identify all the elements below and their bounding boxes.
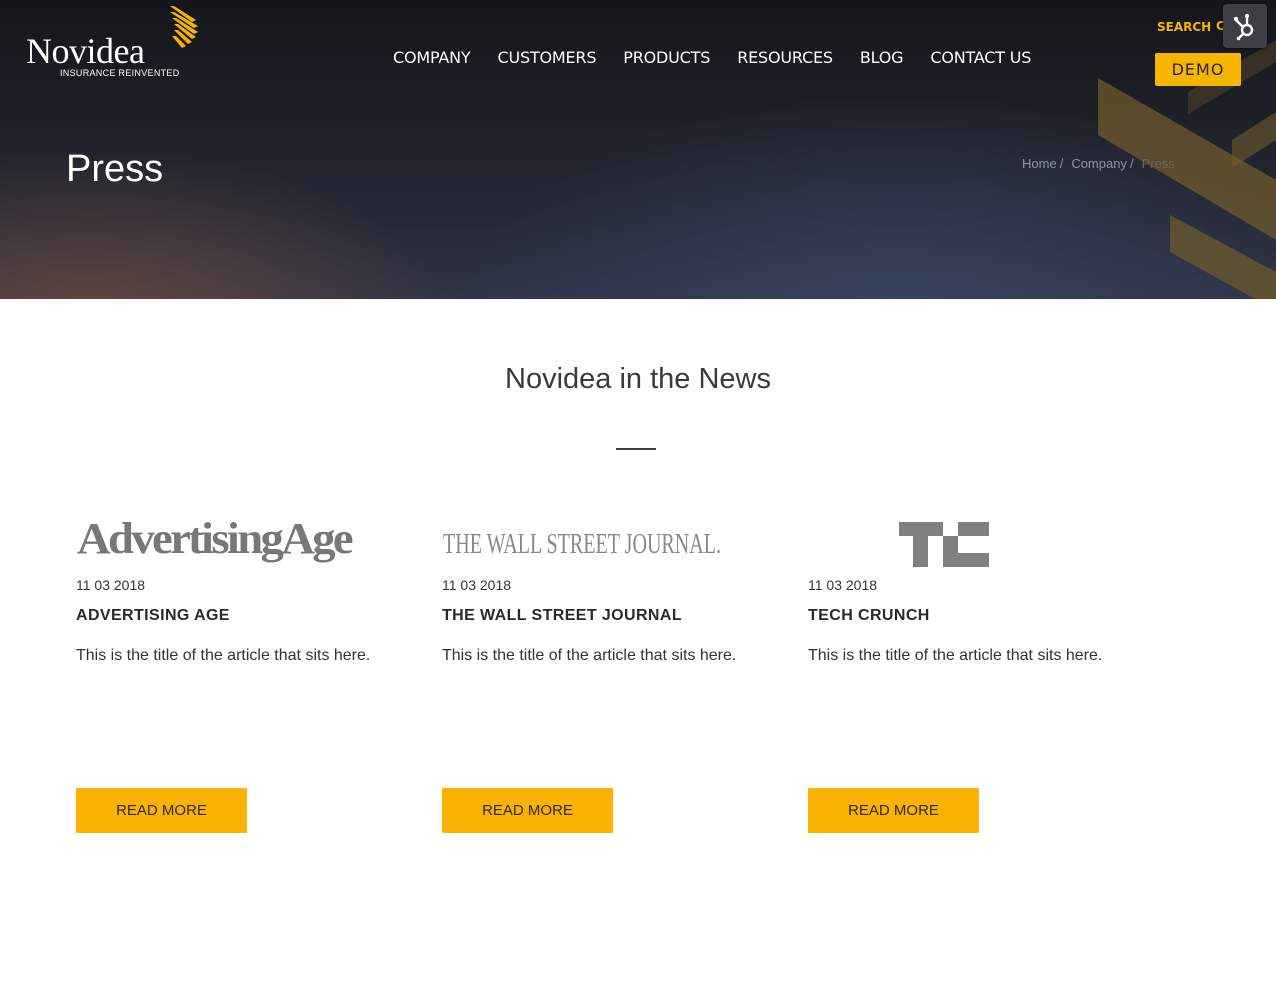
nav-blog[interactable]: BLOG (860, 48, 904, 67)
wall-street-journal-logo: THE WALL STREET JOURNAL. (443, 529, 721, 560)
news-card: THE WALL STREET JOURNAL. 11 03 2018 THE … (442, 505, 782, 835)
main-nav: COMPANY CUSTOMERS PRODUCTS RESOURCES BLO… (393, 48, 1031, 67)
search-link[interactable]: SEARCH (1157, 20, 1211, 34)
nav-resources[interactable]: RESOURCES (737, 48, 833, 67)
hubspot-sprocket-icon[interactable] (1223, 4, 1267, 48)
news-card: AdvertisingAge 11 03 2018 ADVERTISING AG… (76, 505, 416, 835)
hero-banner: Novidea INSURANCE REINVENTED COMPANY CUS… (0, 0, 1276, 299)
demo-button[interactable]: DEMO (1155, 53, 1241, 86)
read-more-button[interactable]: READ MORE (808, 788, 979, 833)
section-title: Novidea in the News (505, 363, 771, 395)
article-description: This is the title of the article that si… (808, 647, 1103, 664)
article-description: This is the title of the article that si… (76, 647, 371, 664)
article-date: 11 03 2018 (442, 577, 512, 593)
techcrunch-tc-logo (899, 522, 989, 567)
read-more-button[interactable]: READ MORE (76, 788, 247, 833)
advertising-age-logo: AdvertisingAge (77, 514, 356, 563)
novidea-logo[interactable]: Novidea INSURANCE REINVENTED (26, 6, 206, 82)
article-outlet: THE WALL STREET JOURNAL (442, 607, 683, 624)
svg-text:THE WALL STREET JOURNAL.: THE WALL STREET JOURNAL. (443, 529, 721, 560)
logo-tagline: INSURANCE REINVENTED (60, 68, 180, 78)
article-date: 11 03 2018 (808, 577, 878, 593)
svg-text:AdvertisingAge: AdvertisingAge (77, 514, 353, 563)
nav-contact-us[interactable]: CONTACT US (930, 48, 1031, 67)
article-outlet: TECH CRUNCH (808, 607, 930, 624)
wing-stripes-icon (170, 6, 198, 48)
article-date: 11 03 2018 (76, 577, 146, 593)
news-card: 11 03 2018 TECH CRUNCH This is the title… (808, 505, 1148, 835)
nav-products[interactable]: PRODUCTS (623, 48, 710, 67)
title-divider (616, 448, 656, 450)
article-outlet: ADVERTISING AGE (76, 607, 230, 624)
breadcrumb-current: Press (1141, 156, 1175, 171)
page-title: Press (66, 148, 164, 190)
nav-company[interactable]: COMPANY (393, 48, 471, 67)
article-description: This is the title of the article that si… (442, 647, 737, 664)
breadcrumb-company[interactable]: Company (1071, 156, 1127, 171)
nav-customers[interactable]: CUSTOMERS (497, 48, 596, 67)
breadcrumb-home[interactable]: Home (1022, 156, 1057, 171)
breadcrumb: Home / Company / Press (1022, 156, 1175, 171)
breadcrumb-separator: / (1129, 156, 1134, 171)
logo-wordmark: Novidea (26, 31, 145, 71)
read-more-button[interactable]: READ MORE (442, 788, 613, 833)
breadcrumb-separator: / (1059, 156, 1064, 171)
